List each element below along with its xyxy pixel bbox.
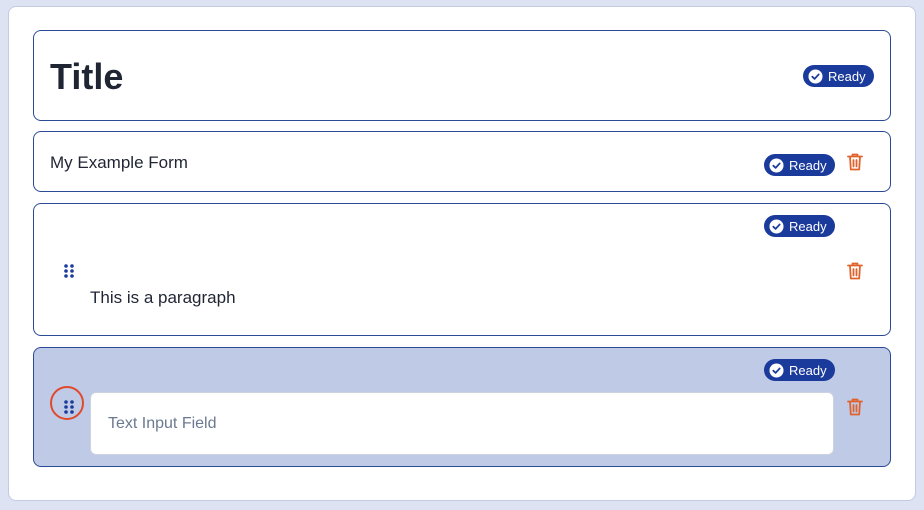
check-circle-icon	[769, 362, 784, 378]
drag-handle-icon[interactable]	[63, 263, 75, 279]
status-badge: Ready	[803, 65, 874, 87]
form-name-text: My Example Form	[50, 153, 188, 172]
check-circle-icon	[769, 157, 784, 173]
check-circle-icon	[769, 218, 784, 234]
paragraph-block[interactable]: Ready This is a paragraph	[33, 203, 891, 336]
trash-icon[interactable]	[847, 153, 863, 171]
status-badge-label: Ready	[789, 157, 827, 173]
status-badge-label: Ready	[828, 68, 866, 84]
text-input-field[interactable]	[90, 392, 834, 455]
form-name-block[interactable]: My Example Form Ready	[33, 131, 891, 192]
drag-handle-icon[interactable]	[63, 399, 75, 415]
form-title: Title	[50, 56, 124, 97]
paragraph-text: This is a paragraph	[90, 288, 236, 307]
trash-icon[interactable]	[847, 398, 863, 416]
check-circle-icon	[808, 68, 823, 84]
status-badge-label: Ready	[789, 362, 827, 378]
status-badge: Ready	[764, 215, 835, 237]
trash-icon[interactable]	[847, 262, 863, 280]
status-badge-label: Ready	[789, 218, 827, 234]
status-badge: Ready	[764, 154, 835, 176]
title-block[interactable]: Title Ready	[33, 30, 891, 121]
status-badge: Ready	[764, 359, 835, 381]
text-input-block[interactable]: Ready	[33, 347, 891, 467]
